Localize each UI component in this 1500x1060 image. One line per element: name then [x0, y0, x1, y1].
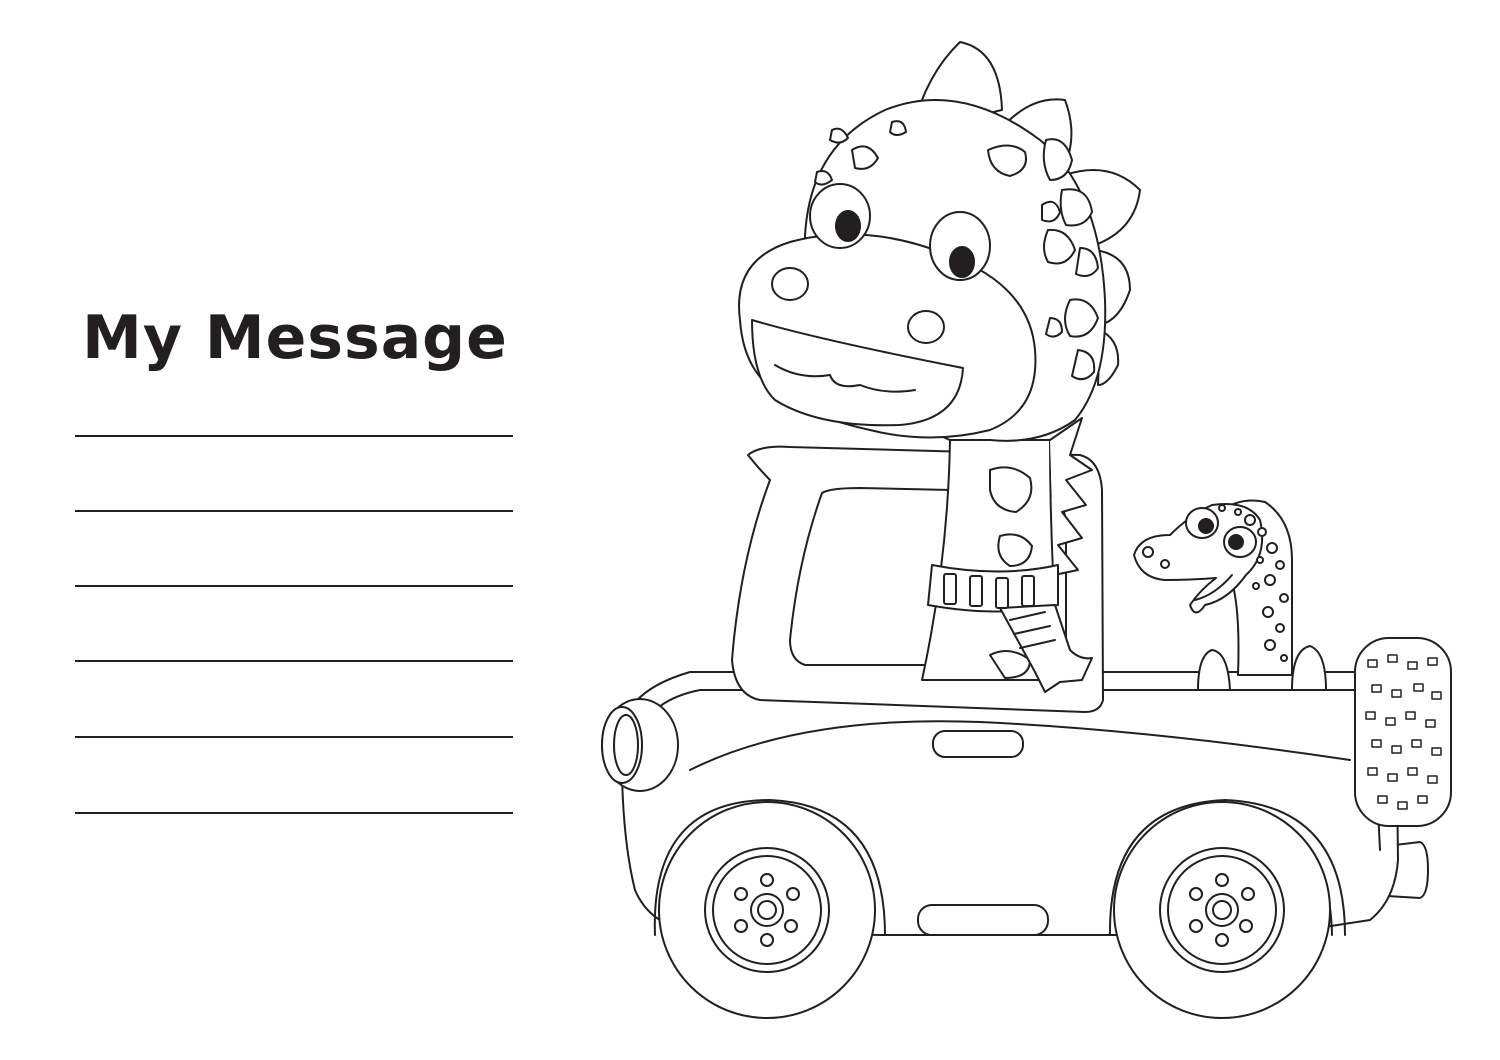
dinosaur-car-illustration [0, 0, 1500, 1060]
small-dinosaur [1134, 500, 1326, 690]
rear-wheel [1114, 802, 1330, 1018]
front-wheel [659, 802, 875, 1018]
